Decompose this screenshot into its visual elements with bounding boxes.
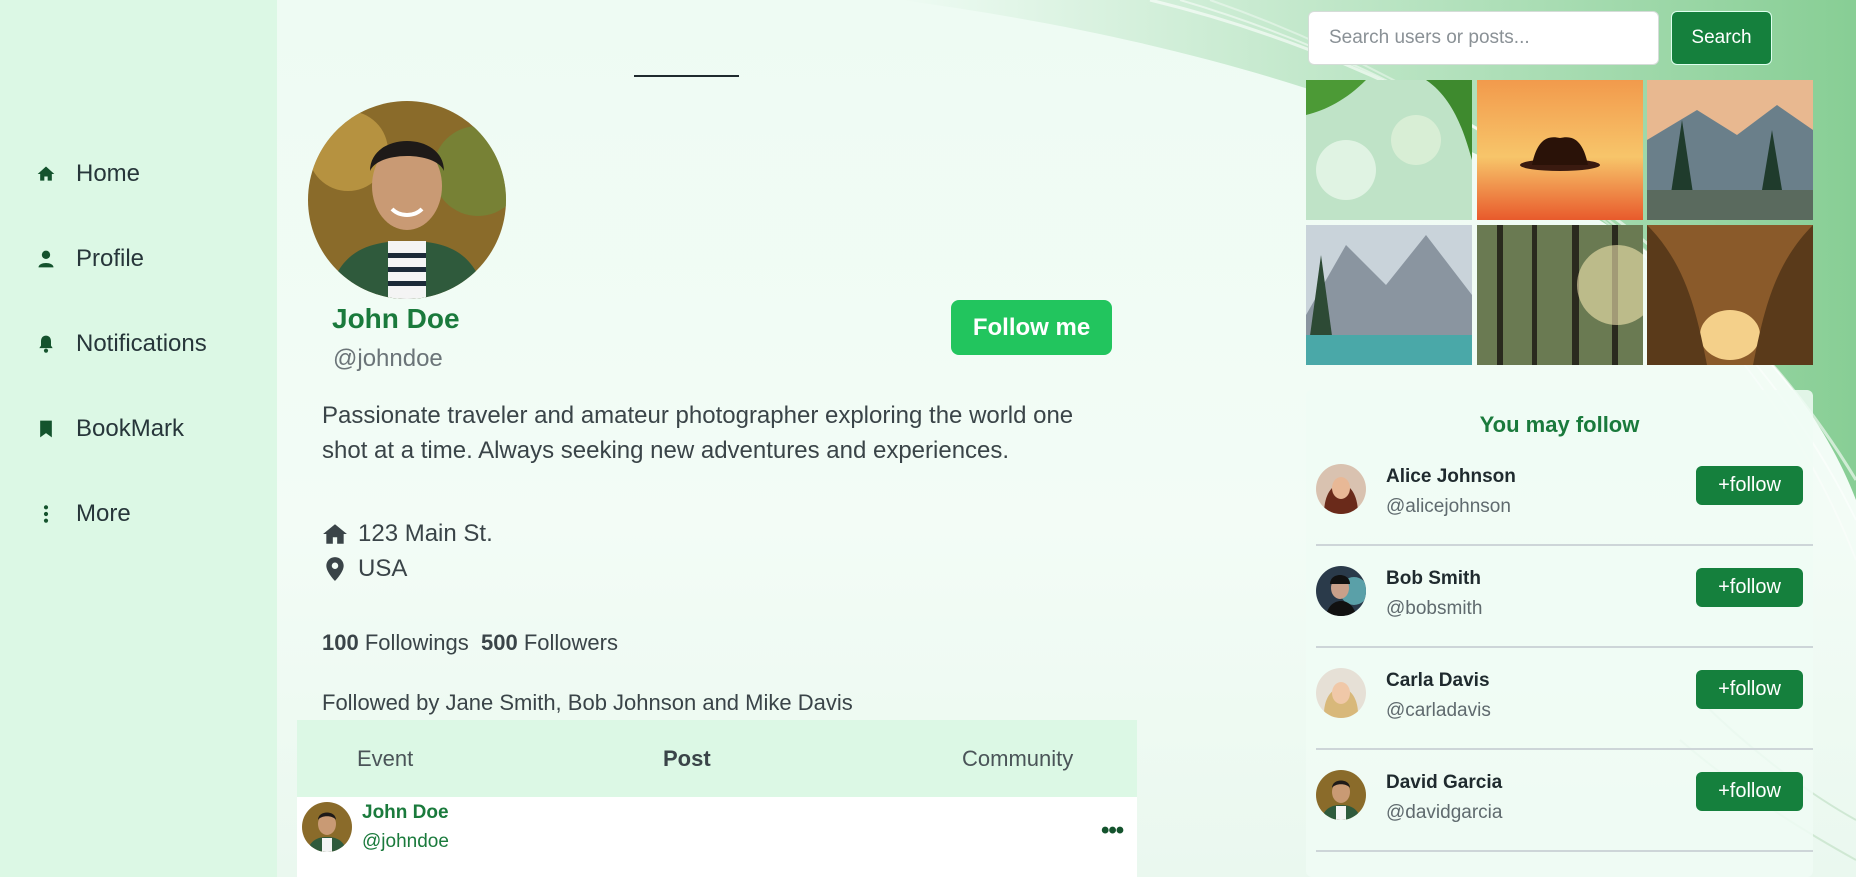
followings-count: 100 <box>322 630 359 655</box>
who-to-follow-title: You may follow <box>1479 412 1640 437</box>
list-item: Bob Smith @bobsmith +follow <box>1316 546 1813 648</box>
followers-label[interactable]: Followers <box>524 630 618 655</box>
active-tab-indicator <box>634 75 739 77</box>
gallery-photo-leaves[interactable] <box>1306 80 1472 220</box>
sidebar-item-home[interactable]: Home <box>36 160 140 188</box>
user-handle: @davidgarcia <box>1386 802 1503 823</box>
user-handle: @bobsmith <box>1386 598 1483 619</box>
who-to-follow-panel: You may follow Alice Johnson @alicejohns… <box>1306 390 1813 877</box>
gallery-photo-mountain-lake[interactable] <box>1306 225 1472 365</box>
sidebar-item-label: BookMark <box>76 415 185 442</box>
user-handle: @carladavis <box>1386 700 1491 721</box>
gallery-photo-pine-forest[interactable] <box>1647 80 1813 220</box>
sidebar-item-label: More <box>76 500 131 527</box>
profile-bio: Passionate traveler and amateur photogra… <box>322 402 1074 464</box>
avatar[interactable] <box>1316 668 1366 718</box>
sidebar-item-label: Home <box>76 160 141 187</box>
user-name[interactable]: Alice Johnson <box>1386 466 1516 488</box>
followers-count: 500 <box>481 630 518 655</box>
tab-post[interactable]: Post <box>663 746 711 772</box>
photo-gallery <box>1306 80 1813 365</box>
followed-by-text: Followed by Jane Smith, Bob Johnson and … <box>322 690 853 715</box>
list-item: Alice Johnson @alicejohnson +follow <box>1316 444 1813 546</box>
sidebar-item-profile[interactable]: Profile <box>36 245 144 273</box>
home-icon <box>323 524 347 544</box>
user-name[interactable]: David Garcia <box>1386 772 1502 794</box>
location-pin-icon <box>326 557 344 581</box>
bell-icon <box>39 335 53 353</box>
user-name[interactable]: Carla Davis <box>1386 670 1490 692</box>
sidebar-item-label: Profile <box>76 245 145 272</box>
profile-handle: @johndoe <box>333 345 443 372</box>
follow-button[interactable]: +follow <box>1696 568 1803 607</box>
profile-name: John Doe <box>332 303 460 334</box>
search-input[interactable] <box>1308 11 1659 65</box>
tab-event[interactable]: Event <box>357 746 413 772</box>
more-vertical-icon <box>43 505 49 523</box>
country-line: USA <box>322 555 407 583</box>
post-author-handle: @johndoe <box>362 831 449 852</box>
follow-me-button[interactable]: Follow me <box>951 300 1112 355</box>
gallery-photo-sunset[interactable] <box>1477 80 1643 220</box>
follow-button[interactable]: +follow <box>1696 772 1803 811</box>
gallery-photo-tree-tunnel[interactable] <box>1647 225 1813 365</box>
sidebar: Home Profile Notifications BookMark More <box>0 0 277 877</box>
post-menu-icon[interactable]: ••• <box>1101 817 1124 845</box>
user-name[interactable]: Bob Smith <box>1386 568 1481 590</box>
list-item: David Garcia @davidgarcia +follow <box>1316 750 1813 852</box>
avatar[interactable] <box>1316 566 1366 616</box>
gallery-photo-sunlit-forest[interactable] <box>1477 225 1643 365</box>
avatar[interactable] <box>1316 464 1366 514</box>
profile-tabs: Event Post Community <box>297 720 1137 797</box>
avatar[interactable] <box>1316 770 1366 820</box>
follow-stats: 100 Followings 500 Followers <box>322 630 618 656</box>
country-text: USA <box>358 555 408 582</box>
follow-button[interactable]: +follow <box>1696 670 1803 709</box>
sidebar-item-label: Notifications <box>76 330 207 357</box>
address-text: 123 Main St. <box>358 520 493 547</box>
list-item: Carla Davis @carladavis +follow <box>1316 648 1813 750</box>
followings-label[interactable]: Followings <box>365 630 469 655</box>
home-icon <box>37 166 55 181</box>
user-handle: @alicejohnson <box>1386 496 1511 517</box>
post-author-name[interactable]: John Doe <box>362 802 449 824</box>
profile-avatar <box>308 101 506 299</box>
search-button[interactable]: Search <box>1671 11 1772 65</box>
sidebar-item-bookmark[interactable]: BookMark <box>36 415 184 443</box>
follow-button[interactable]: +follow <box>1696 466 1803 505</box>
address-line: 123 Main St. <box>322 520 493 548</box>
tab-community[interactable]: Community <box>962 746 1073 772</box>
post-card: John Doe @johndoe ••• <box>297 797 1137 877</box>
bookmark-icon <box>40 420 52 438</box>
user-icon <box>38 250 54 268</box>
sidebar-item-more[interactable]: More <box>36 500 131 528</box>
avatar[interactable] <box>302 802 352 852</box>
sidebar-item-notifications[interactable]: Notifications <box>36 330 207 358</box>
